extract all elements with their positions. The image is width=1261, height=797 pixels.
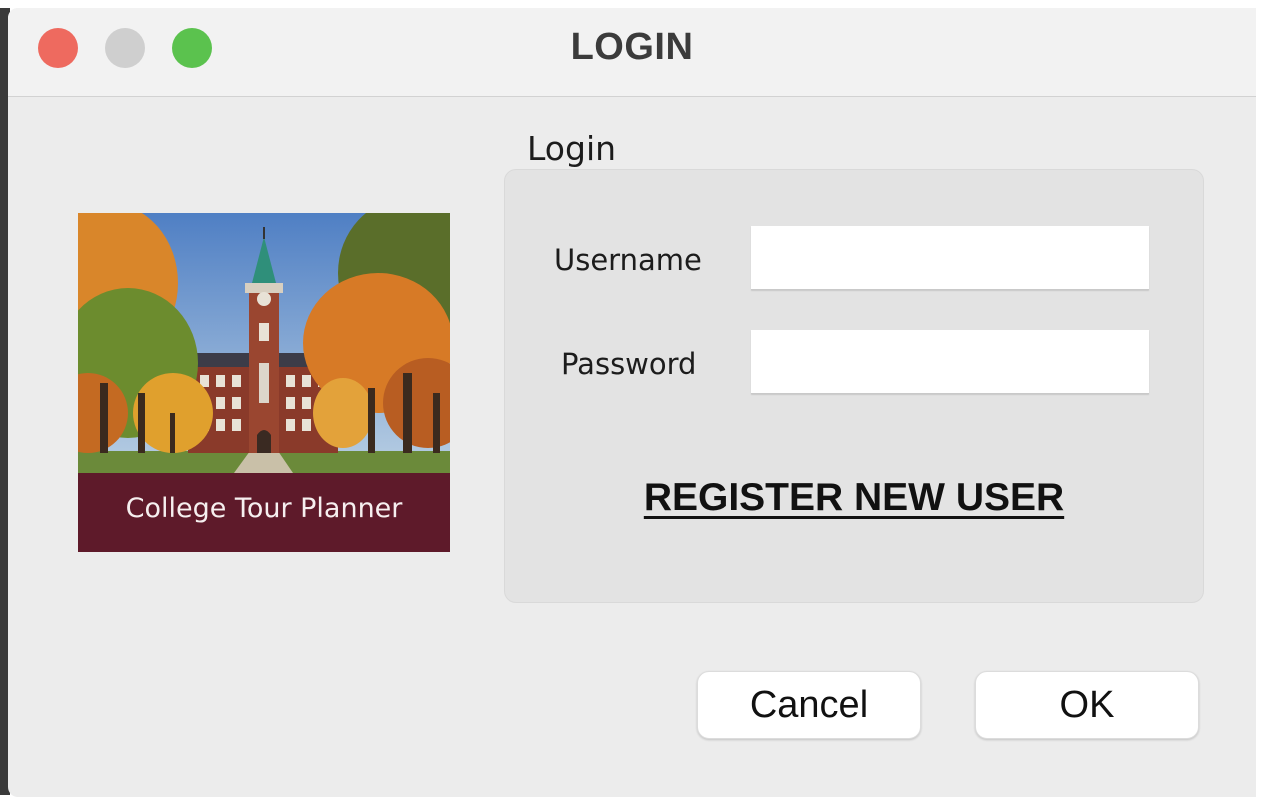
username-label: Username: [554, 243, 702, 277]
register-new-user-link[interactable]: REGISTER NEW USER: [505, 476, 1203, 520]
ok-button[interactable]: OK: [975, 671, 1199, 739]
cancel-button[interactable]: Cancel: [697, 671, 921, 739]
login-dialog: LOGIN College Tour Planner Login Usernam…: [8, 8, 1256, 797]
password-field[interactable]: [751, 330, 1149, 394]
username-field[interactable]: [751, 226, 1149, 290]
login-group-box: Username Password REGISTER NEW USER: [504, 169, 1204, 603]
login-group-label: Login: [527, 129, 617, 168]
college-logo-image: College Tour Planner: [78, 213, 450, 552]
window-title: LOGIN: [570, 26, 694, 68]
logo-caption: College Tour Planner: [125, 493, 403, 524]
password-label: Password: [561, 347, 697, 381]
title-bar: LOGIN: [8, 8, 1256, 97]
